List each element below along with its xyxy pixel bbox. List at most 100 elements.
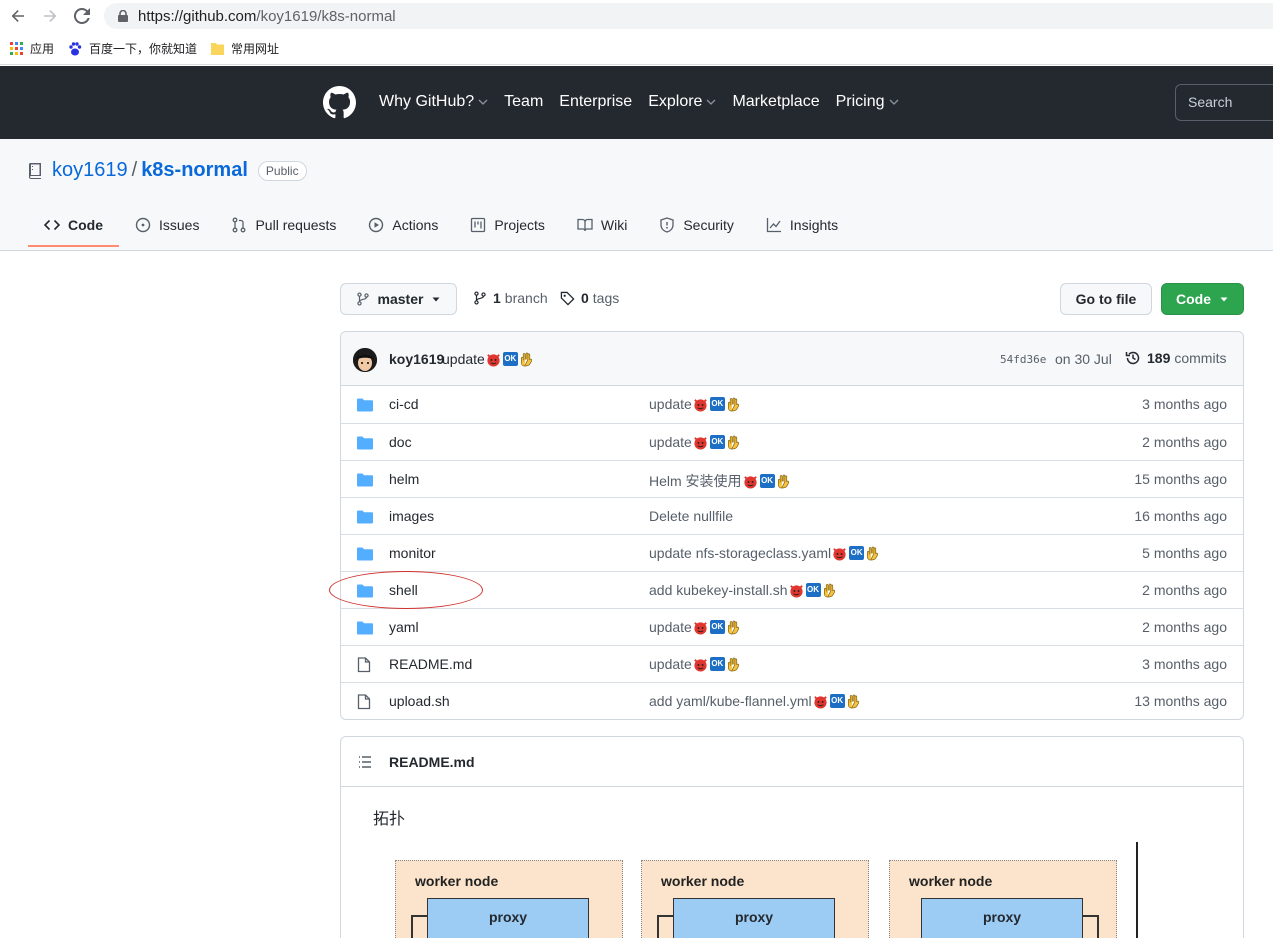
bookmark-baidu[interactable]: 百度一下，你就知道 bbox=[68, 40, 197, 57]
tab-projects[interactable]: Projects bbox=[454, 209, 561, 246]
tags-link[interactable]: 0 tags bbox=[560, 290, 619, 306]
ok-hand-emoji-icon bbox=[727, 620, 739, 634]
file-name-link[interactable]: README.md bbox=[389, 656, 472, 672]
proxy-box: proxy bbox=[427, 898, 589, 938]
ok-emoji-icon: OK bbox=[709, 435, 725, 449]
devil-emoji-icon bbox=[813, 695, 827, 709]
repo-owner-link[interactable]: koy1619 bbox=[52, 159, 128, 182]
file-row[interactable]: images Delete nullfile 16 months ago bbox=[341, 497, 1243, 534]
code-dropdown-button[interactable]: Code bbox=[1161, 283, 1244, 315]
list-icon[interactable] bbox=[357, 754, 373, 770]
github-logo-icon[interactable] bbox=[323, 86, 356, 119]
file-commit-text: Delete nullfile bbox=[649, 508, 734, 524]
nav-enterprise[interactable]: Enterprise bbox=[559, 93, 632, 111]
reload-icon[interactable] bbox=[72, 6, 92, 26]
tab-security[interactable]: Security bbox=[643, 209, 750, 246]
file-commit-message[interactable]: Delete nullfile bbox=[649, 508, 733, 524]
branch-icon bbox=[474, 291, 486, 305]
file-row[interactable]: README.md update OK 3 months ago bbox=[341, 645, 1243, 682]
readme-title[interactable]: README.md bbox=[389, 754, 475, 770]
file-row[interactable]: monitor update nfs-storageclass.yaml OK 5 m… bbox=[341, 534, 1243, 571]
tab-label: Wiki bbox=[600, 217, 628, 233]
search-input[interactable]: Search bbox=[1175, 84, 1273, 121]
book-icon bbox=[577, 218, 593, 232]
file-row[interactable]: helm Helm 安装使用 OK 15 months ago bbox=[341, 460, 1243, 497]
baidu-paw-icon bbox=[69, 41, 82, 55]
file-commit-message[interactable]: add yaml/kube-flannel.yml OK bbox=[649, 693, 861, 709]
ok-hand-emoji-icon bbox=[823, 583, 835, 597]
file-commit-message[interactable]: Helm 安装使用 OK bbox=[649, 471, 791, 491]
tab-code[interactable]: Code bbox=[28, 209, 119, 247]
nav-why-github[interactable]: Why GitHub? bbox=[379, 93, 488, 111]
commit-sha-link[interactable]: 54fd36e bbox=[1000, 353, 1046, 366]
file-row[interactable]: yaml update OK 2 months ago bbox=[341, 608, 1243, 645]
file-name-link[interactable]: helm bbox=[389, 471, 419, 487]
back-icon[interactable] bbox=[8, 6, 28, 26]
file-name-link[interactable]: ci-cd bbox=[389, 396, 419, 412]
devil-emoji-icon bbox=[694, 398, 707, 412]
code-button-label: Code bbox=[1176, 291, 1211, 307]
pull-request-icon bbox=[233, 217, 246, 233]
tab-label: Insights bbox=[789, 217, 839, 233]
url-path: /koy1619/k8s-normal bbox=[256, 7, 396, 25]
file-commit-message[interactable]: add kubekey-install.sh OK bbox=[649, 582, 837, 598]
graph-icon bbox=[766, 218, 781, 233]
file-age: 2 months ago bbox=[1142, 582, 1227, 598]
file-name-link[interactable]: images bbox=[389, 508, 434, 524]
file-commit-message[interactable]: update OK bbox=[649, 656, 741, 672]
commit-history-link[interactable]: 189 commits bbox=[1125, 350, 1226, 366]
proxy-box: proxy bbox=[921, 898, 1083, 938]
nav-explore[interactable]: Explore bbox=[648, 93, 716, 111]
avatar[interactable] bbox=[353, 348, 377, 372]
commit-message[interactable]: update OK bbox=[442, 351, 534, 367]
file-name-link[interactable]: monitor bbox=[389, 545, 436, 561]
tab-issues[interactable]: Issues bbox=[119, 209, 215, 246]
tab-wiki[interactable]: Wiki bbox=[561, 209, 643, 246]
file-icon bbox=[357, 694, 371, 713]
tab-insights[interactable]: Insights bbox=[750, 209, 854, 246]
devil-emoji-icon bbox=[694, 436, 707, 450]
file-commit-message[interactable]: update OK bbox=[649, 434, 741, 450]
commit-label: commits bbox=[1174, 350, 1227, 366]
devil-emoji-icon bbox=[789, 584, 803, 598]
file-browser: koy1619 update OK 54fd36e on 30 Jul 189 … bbox=[340, 331, 1244, 720]
file-row[interactable]: doc update OK 2 months ago bbox=[341, 423, 1243, 460]
lock-icon bbox=[116, 9, 130, 23]
go-to-file-button[interactable]: Go to file bbox=[1060, 283, 1152, 315]
file-row[interactable]: ci-cd update OK 3 months ago bbox=[341, 386, 1243, 423]
file-name-link[interactable]: upload.sh bbox=[389, 693, 450, 709]
url-field[interactable]: https://github.com/koy1619/k8s-normal bbox=[104, 3, 1273, 29]
worker-node-label: worker node bbox=[909, 873, 993, 889]
visibility-badge: Public bbox=[257, 160, 307, 181]
bookmark-folder[interactable]: 常用网址 bbox=[211, 40, 279, 57]
file-commit-message[interactable]: update OK bbox=[649, 619, 741, 635]
ok-hand-emoji-icon bbox=[520, 352, 532, 366]
nav-pricing[interactable]: Pricing bbox=[836, 93, 899, 111]
nav-marketplace[interactable]: Marketplace bbox=[732, 93, 819, 111]
topology-diagram: worker node proxy worker node proxy work… bbox=[341, 837, 1245, 938]
bookmark-apps[interactable]: 应用 bbox=[10, 40, 54, 57]
file-commit-message[interactable]: update nfs-storageclass.yaml OK bbox=[649, 545, 880, 561]
github-header: Why GitHub? Team Enterprise Explore Mark… bbox=[0, 66, 1273, 139]
branch-name: master bbox=[377, 291, 424, 307]
file-row[interactable]: upload.sh add yaml/kube-flannel.yml OK 13 m… bbox=[341, 682, 1243, 719]
file-name-link[interactable]: yaml bbox=[389, 619, 419, 635]
forward-icon[interactable] bbox=[40, 6, 60, 26]
file-name-link[interactable]: doc bbox=[389, 434, 412, 450]
tab-pull-requests[interactable]: Pull requests bbox=[215, 209, 352, 246]
tag-count: 0 bbox=[581, 290, 589, 306]
ok-hand-emoji-icon bbox=[727, 657, 739, 671]
ok-emoji-icon: OK bbox=[759, 474, 775, 488]
nav-team[interactable]: Team bbox=[504, 93, 543, 111]
readme-heading: 拓扑 bbox=[373, 811, 406, 828]
play-icon bbox=[369, 217, 384, 233]
branch-select-button[interactable]: master bbox=[340, 283, 457, 315]
code-icon bbox=[44, 219, 60, 231]
file-commit-message[interactable]: update OK bbox=[649, 396, 741, 412]
commit-author-link[interactable]: koy1619 bbox=[389, 351, 444, 367]
branches-link[interactable]: 1 branch bbox=[473, 290, 548, 306]
bookmark-label: 常用网址 bbox=[231, 42, 280, 56]
repo-name-link[interactable]: k8s-normal bbox=[141, 159, 248, 182]
tab-actions[interactable]: Actions bbox=[352, 209, 454, 246]
readme-box: README.md 拓扑 worker node proxy worker no… bbox=[340, 736, 1244, 938]
